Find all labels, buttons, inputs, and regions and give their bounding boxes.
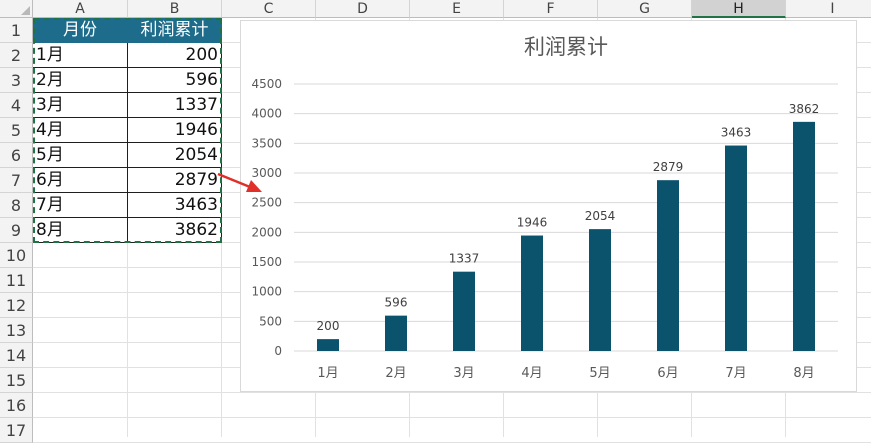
- cell-month[interactable]: 4月: [33, 118, 128, 143]
- header-cell-profit[interactable]: 利润累计: [128, 18, 222, 43]
- y-tick-label: 2000: [251, 225, 282, 239]
- data-label: 3463: [721, 126, 752, 140]
- column-header-i[interactable]: I: [786, 0, 871, 18]
- cell-month[interactable]: 3月: [33, 93, 128, 118]
- row-header-4[interactable]: 4: [0, 93, 33, 118]
- chart-canvas: 利润累计 0 500 1000 1500 2000 2500 3000 3500 4000 4500…: [251, 35, 838, 381]
- header-cell-month[interactable]: 月份: [33, 18, 128, 43]
- y-tick-label: 0: [274, 344, 282, 358]
- data-label: 2879: [653, 160, 684, 174]
- row-header-11[interactable]: 11: [0, 268, 33, 293]
- column-header-g[interactable]: G: [598, 0, 692, 18]
- row-header-1[interactable]: 1: [0, 18, 33, 43]
- select-all-corner[interactable]: [0, 0, 33, 18]
- row-header-12[interactable]: 12: [0, 293, 33, 318]
- x-tick-label: 7月: [725, 366, 746, 381]
- column-header-f[interactable]: F: [504, 0, 598, 18]
- x-tick-label: 4月: [521, 366, 542, 381]
- bar: [589, 229, 611, 351]
- row-header-6[interactable]: 6: [0, 143, 33, 168]
- data-label: 596: [385, 296, 408, 310]
- cell-profit[interactable]: 3463: [128, 193, 222, 218]
- cell-profit[interactable]: 3862: [128, 218, 222, 243]
- bar: [453, 271, 475, 351]
- row-header-10[interactable]: 10: [0, 243, 33, 268]
- row-header-5[interactable]: 5: [0, 118, 33, 143]
- cell-profit[interactable]: 200: [128, 43, 222, 68]
- row-header-14[interactable]: 14: [0, 343, 33, 368]
- cell-profit[interactable]: 2054: [128, 143, 222, 168]
- column-header-e[interactable]: E: [410, 0, 504, 18]
- bar-chart[interactable]: 利润累计 0 500 1000 1500 2000 2500 3000 3500 4000 4500…: [240, 20, 857, 392]
- grid-line: [33, 417, 871, 418]
- cell-month[interactable]: 8月: [33, 218, 128, 243]
- y-tick-label: 1000: [251, 285, 282, 299]
- y-tick-label: 3000: [251, 166, 282, 180]
- cell-profit[interactable]: 596: [128, 68, 222, 93]
- row-header-2[interactable]: 2: [0, 43, 33, 68]
- data-label: 3862: [789, 102, 820, 116]
- column-header-c[interactable]: C: [222, 0, 316, 18]
- data-label: 2054: [585, 209, 616, 223]
- bar: [521, 235, 543, 351]
- bar: [317, 339, 339, 351]
- chart-title: 利润累计: [524, 35, 608, 59]
- bar: [793, 121, 815, 351]
- row-header-13[interactable]: 13: [0, 318, 33, 343]
- x-tick-label: 3月: [453, 366, 474, 381]
- bar: [725, 145, 747, 351]
- data-label: 200: [317, 319, 340, 333]
- cell-month[interactable]: 2月: [33, 68, 128, 93]
- row-header-15[interactable]: 15: [0, 368, 33, 393]
- cell-month[interactable]: 6月: [33, 168, 128, 193]
- cell-month[interactable]: 7月: [33, 193, 128, 218]
- cell-month[interactable]: 1月: [33, 43, 128, 68]
- x-tick-label: 5月: [589, 366, 610, 381]
- bar: [657, 180, 679, 351]
- row-header-9[interactable]: 9: [0, 218, 33, 243]
- bar: [385, 315, 407, 351]
- x-tick-label: 6月: [657, 366, 678, 381]
- column-header-a[interactable]: A: [33, 0, 128, 18]
- y-tick-label: 2500: [251, 196, 282, 210]
- x-tick-label: 2月: [385, 366, 406, 381]
- column-header-b[interactable]: B: [128, 0, 222, 18]
- column-header-d[interactable]: D: [316, 0, 410, 18]
- data-label: 1946: [517, 216, 548, 230]
- row-header-8[interactable]: 8: [0, 193, 33, 218]
- row-header-3[interactable]: 3: [0, 68, 33, 93]
- y-tick-label: 3500: [251, 136, 282, 150]
- x-tick-label: 8月: [793, 366, 814, 381]
- row-header-7[interactable]: 7: [0, 168, 33, 193]
- cell-month[interactable]: 5月: [33, 143, 128, 168]
- cell-profit[interactable]: 1337: [128, 93, 222, 118]
- column-header-h[interactable]: H: [692, 0, 786, 18]
- row-header-16[interactable]: 16: [0, 393, 33, 418]
- y-tick-label: 1500: [251, 255, 282, 269]
- y-tick-label: 500: [259, 314, 282, 328]
- y-tick-label: 4000: [251, 107, 282, 121]
- y-tick-label: 4500: [251, 77, 282, 91]
- row-header-17[interactable]: 17: [0, 418, 33, 443]
- cell-profit[interactable]: 2879: [128, 168, 222, 193]
- cell-profit[interactable]: 1946: [128, 118, 222, 143]
- x-tick-label: 1月: [317, 366, 338, 381]
- data-label: 1337: [449, 252, 480, 266]
